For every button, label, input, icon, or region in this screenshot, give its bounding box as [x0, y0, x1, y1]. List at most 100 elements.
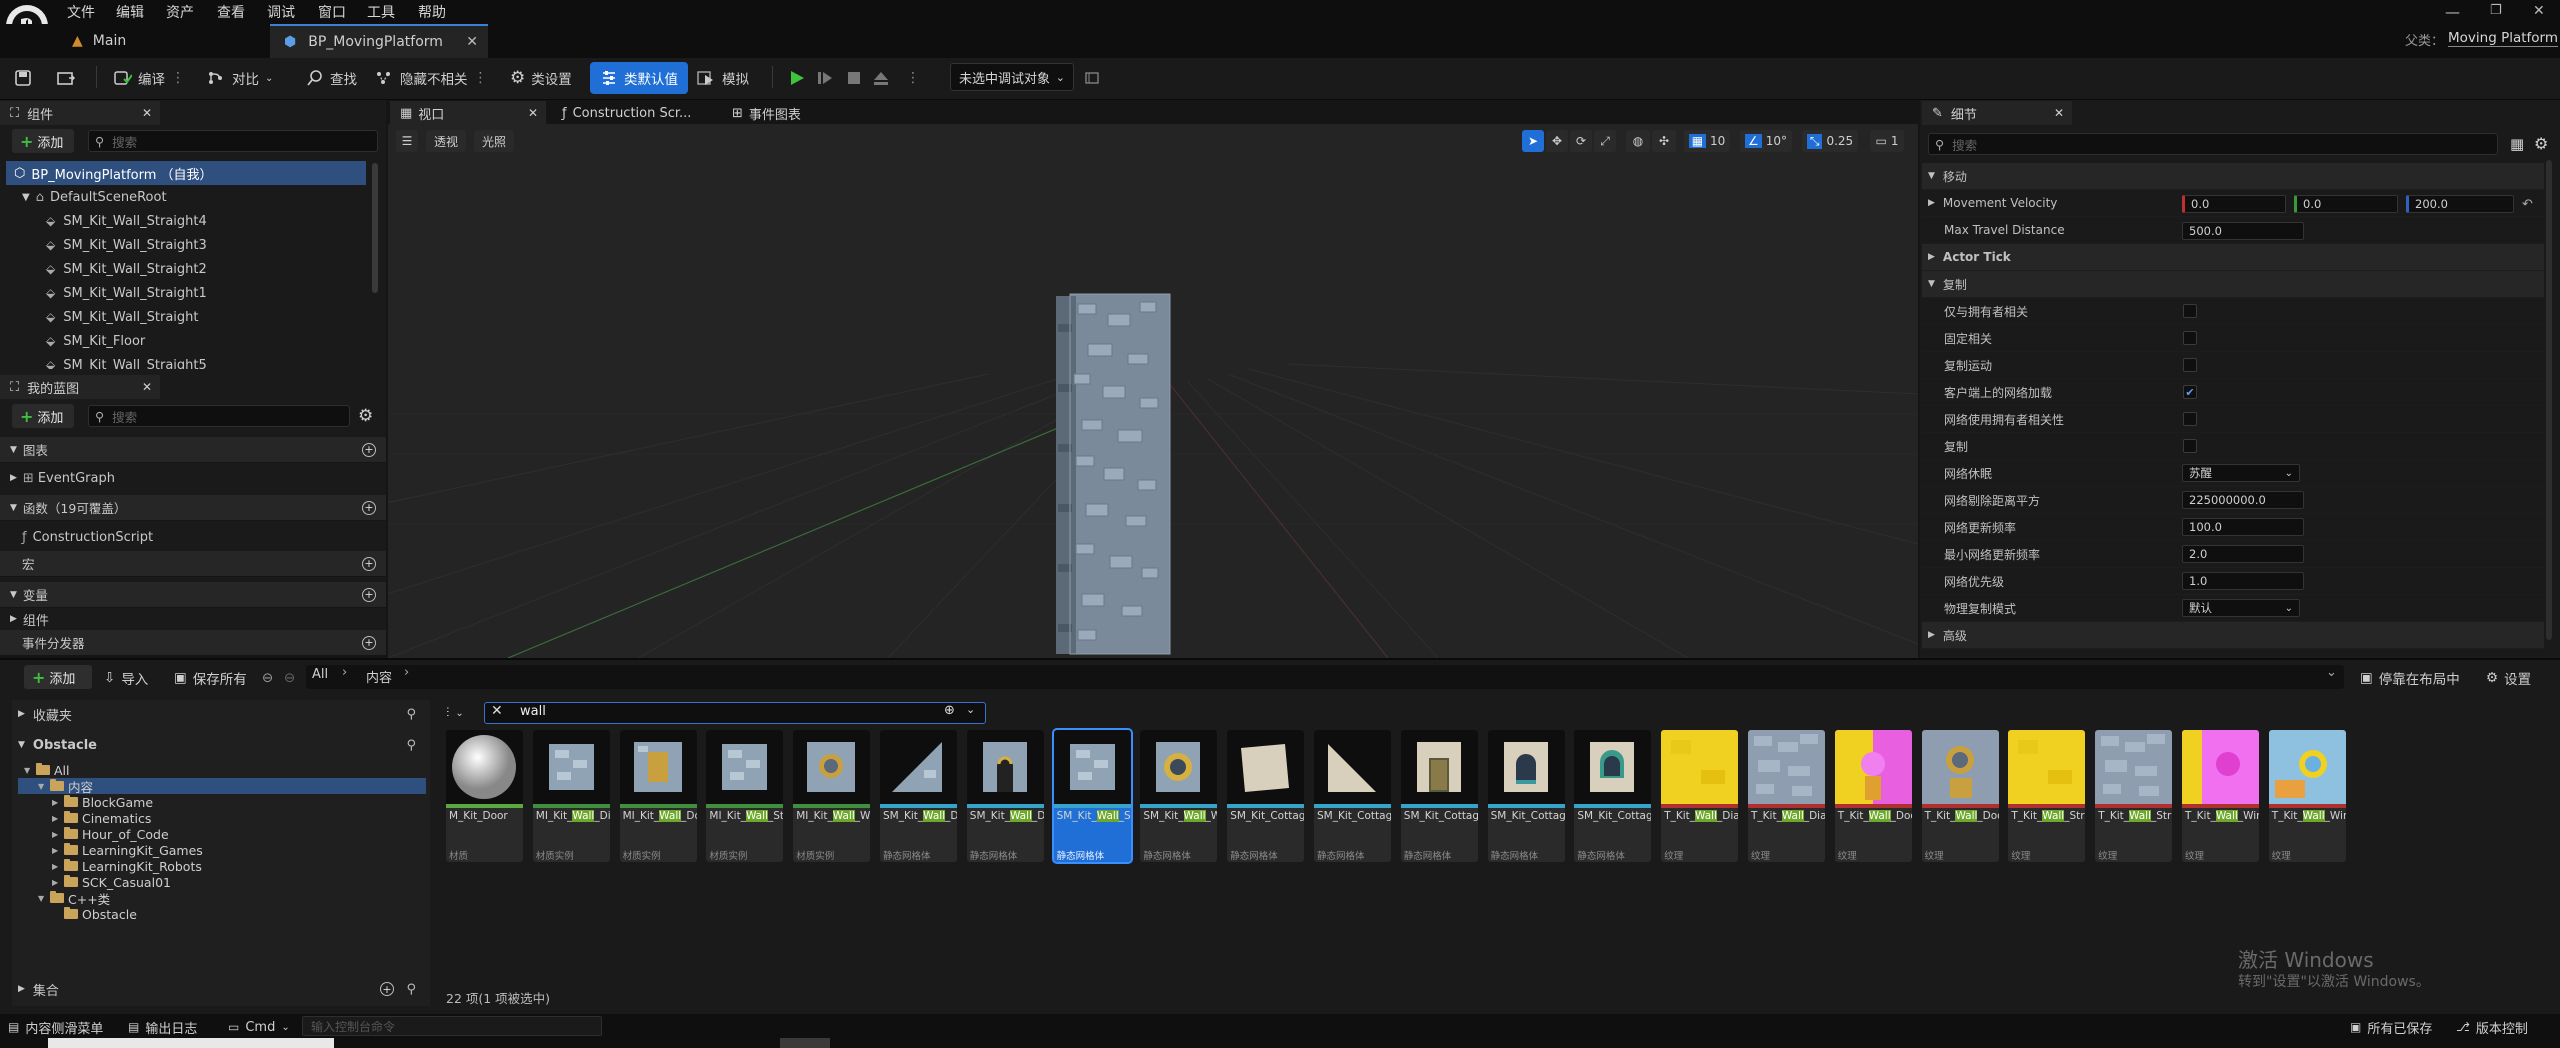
folder-tree-item[interactable]: ▶ Hour_of_Code: [18, 826, 426, 842]
forward-button[interactable]: ⊖: [284, 662, 295, 694]
coordinate-system-button[interactable]: ◍: [1626, 130, 1650, 152]
folder-tree-item[interactable]: ▼ C++类: [18, 890, 426, 907]
menu-edit[interactable]: 编辑: [116, 2, 144, 22]
net-cull-value[interactable]: 225000000.0: [2182, 491, 2304, 509]
save-button[interactable]: [14, 62, 32, 94]
project-section[interactable]: ▼ Obstacle ⚲: [18, 733, 424, 757]
close-panel-icon[interactable]: ✕: [142, 380, 152, 394]
diff-button[interactable]: 对比 ⌄: [206, 62, 273, 94]
asset-tile[interactable]: T_Kit_Wall_Diagonal_BC 纹理: [1748, 730, 1825, 862]
tab-main[interactable]: ▲ Main: [72, 24, 126, 58]
chevron-right-icon[interactable]: ▶: [52, 846, 64, 855]
asset-tile[interactable]: T_Kit_Wall_Window_ARM 纹理: [2182, 730, 2259, 862]
folder-tree-item[interactable]: ▶ LearningKit_Games: [18, 842, 426, 858]
table-view-icon[interactable]: ▦: [2510, 135, 2524, 153]
close-tab-icon[interactable]: ✕: [466, 34, 478, 50]
cb-save-all-button[interactable]: ▣ 保存所有: [174, 662, 247, 694]
add-macro-icon[interactable]: +: [362, 556, 376, 571]
path-dropdown-icon[interactable]: ⌄: [2326, 665, 2337, 680]
blueprint-search-input[interactable]: ⚲ 搜索: [88, 405, 350, 427]
collections-section[interactable]: ▶ 集合 + ⚲: [18, 977, 424, 1001]
content-drawer-button[interactable]: ▤ 内容侧滑菜单: [8, 1016, 103, 1038]
component-item[interactable]: ⬙ SM_Kit_Wall_Straight4: [46, 209, 366, 233]
gear-icon[interactable]: ⚙: [2534, 134, 2548, 153]
browse-button[interactable]: [56, 62, 76, 94]
asset-tile[interactable]: SM_Kit_Cottage_Wall 静态网格体: [1314, 730, 1391, 862]
replication-checkbox[interactable]: [2183, 412, 2197, 426]
compile-button[interactable]: 编译 ⋮: [112, 62, 185, 94]
construction-script-row[interactable]: ƒ ConstructionScript: [22, 525, 153, 549]
cmd-select[interactable]: ▭ Cmd ⌄: [228, 1016, 290, 1038]
chevron-right-icon[interactable]: ▶: [52, 862, 64, 871]
eject-button[interactable]: [872, 62, 890, 94]
blueprint-add-button[interactable]: + 添加: [12, 404, 74, 428]
asset-tile[interactable]: MI_Kit_Wall_Diagonal 材质实例: [532, 730, 610, 862]
section-graphs[interactable]: ▼ 图表 +: [0, 437, 386, 463]
components-add-button[interactable]: + 添加: [12, 129, 74, 153]
details-tab[interactable]: ✎ 细节 ✕: [1922, 101, 2072, 125]
asset-tile[interactable]: T_Kit_Wall_Door_BC 纹理: [1921, 730, 1999, 862]
play-button[interactable]: [788, 62, 806, 94]
replication-checkbox[interactable]: [2183, 331, 2197, 345]
filter-button[interactable]: ⫶ ⌄: [446, 700, 464, 726]
taskbar-scroll-thumb[interactable]: [780, 1038, 830, 1048]
add-graph-icon[interactable]: +: [362, 442, 376, 457]
angle-snap-button[interactable]: ∠ 10°: [1740, 130, 1792, 152]
menu-asset[interactable]: 资产: [166, 2, 194, 22]
menu-window[interactable]: 窗口: [318, 2, 346, 22]
asset-tile[interactable]: T_Kit_Wall_Door_ARM 纹理: [1834, 730, 1912, 862]
net-update-value[interactable]: 100.0: [2182, 518, 2304, 536]
movement-velocity-z[interactable]: 200.0: [2406, 195, 2514, 213]
asset-tile[interactable]: M_Kit_Door 材质: [446, 730, 523, 862]
chevron-right-icon[interactable]: ▶: [52, 830, 64, 839]
physics-rep-select[interactable]: 默认 ⌄: [2182, 599, 2300, 617]
section-variables[interactable]: ▼ 变量 +: [0, 582, 386, 608]
add-collection-icon[interactable]: +: [380, 982, 394, 996]
asset-tile[interactable]: SM_Kit_Wall_Door 静态网格体: [966, 730, 1044, 862]
asset-tile[interactable]: SM_Kit_Cottage_Wall 静态网格体: [1400, 730, 1478, 862]
source-control-button[interactable]: ⎇ 版本控制: [2456, 1016, 2528, 1038]
section-event-dispatchers[interactable]: 事件分发器 +: [0, 630, 386, 656]
hide-unrelated-options-icon[interactable]: ⋮: [474, 70, 488, 86]
cb-add-button[interactable]: + 添加: [24, 665, 92, 689]
asset-tile[interactable]: T_Kit_Wall_Window_BC 纹理: [2268, 730, 2346, 862]
section-functions[interactable]: ▼ 函数（19可覆盖） +: [0, 495, 386, 521]
clear-search-icon[interactable]: ✕: [491, 703, 503, 719]
gear-icon[interactable]: ⚙: [358, 406, 373, 426]
asset-tile[interactable]: T_Kit_Wall_Straight_BC 纹理: [2095, 730, 2173, 862]
breadcrumb-content[interactable]: 内容: [366, 667, 392, 686]
movement-velocity-x[interactable]: 0.0: [2182, 195, 2286, 213]
viewport-canvas[interactable]: [388, 124, 1918, 658]
max-travel-value[interactable]: 500.0: [2182, 222, 2304, 240]
min-net-update-value[interactable]: 2.0: [2182, 545, 2304, 563]
asset-tile[interactable]: MI_Kit_Wall_Door 材质实例: [619, 730, 697, 862]
components-tab[interactable]: ⛶ 组件 ✕: [0, 101, 160, 125]
camera-speed-button[interactable]: ▭ 1: [1870, 130, 1904, 152]
rotate-tool-button[interactable]: ⟳: [1570, 130, 1592, 152]
component-item[interactable]: ⬙ SM_Kit_Floor: [46, 329, 366, 353]
menu-view[interactable]: 查看: [217, 2, 245, 22]
category-actor-tick[interactable]: ▶ Actor Tick: [1922, 244, 2544, 271]
add-search-filter-icon[interactable]: ⊕: [944, 703, 955, 718]
close-window-button[interactable]: ✕: [2533, 3, 2545, 19]
output-log-button[interactable]: ▤ 输出日志: [128, 1016, 197, 1038]
event-graph-row[interactable]: ▶ ⊞ EventGraph: [10, 466, 115, 490]
tab-event-graph[interactable]: ⊞ 事件图表: [722, 101, 862, 125]
chevron-right-icon[interactable]: ▶: [52, 814, 64, 823]
asset-tile[interactable]: SM_Kit_Wall_Diagonal 静态网格体: [880, 730, 957, 862]
details-scrollbar[interactable]: [2546, 160, 2552, 640]
chevron-right-icon[interactable]: ▶: [52, 878, 64, 887]
chevron-down-icon[interactable]: ▼: [24, 766, 36, 775]
components-search-input[interactable]: ⚲ 搜索: [88, 130, 378, 152]
view-mode-button[interactable]: 透视: [426, 130, 466, 152]
add-function-icon[interactable]: +: [362, 500, 376, 515]
category-movement[interactable]: ▼ 移动: [1922, 163, 2544, 190]
folder-tree-item[interactable]: Obstacle: [18, 906, 426, 922]
replication-checkbox[interactable]: [2183, 439, 2197, 453]
debug-filter-button[interactable]: [1084, 62, 1100, 94]
category-replication[interactable]: ▼ 复制: [1922, 271, 2544, 298]
tab-construction-script[interactable]: ƒ Construction Scr...: [552, 101, 702, 125]
asset-tile[interactable]: T_Kit_Wall_Diagonal_... 纹理: [1661, 730, 1739, 862]
net-priority-value[interactable]: 1.0: [2182, 572, 2304, 590]
chevron-right-icon[interactable]: ▶: [52, 798, 64, 807]
